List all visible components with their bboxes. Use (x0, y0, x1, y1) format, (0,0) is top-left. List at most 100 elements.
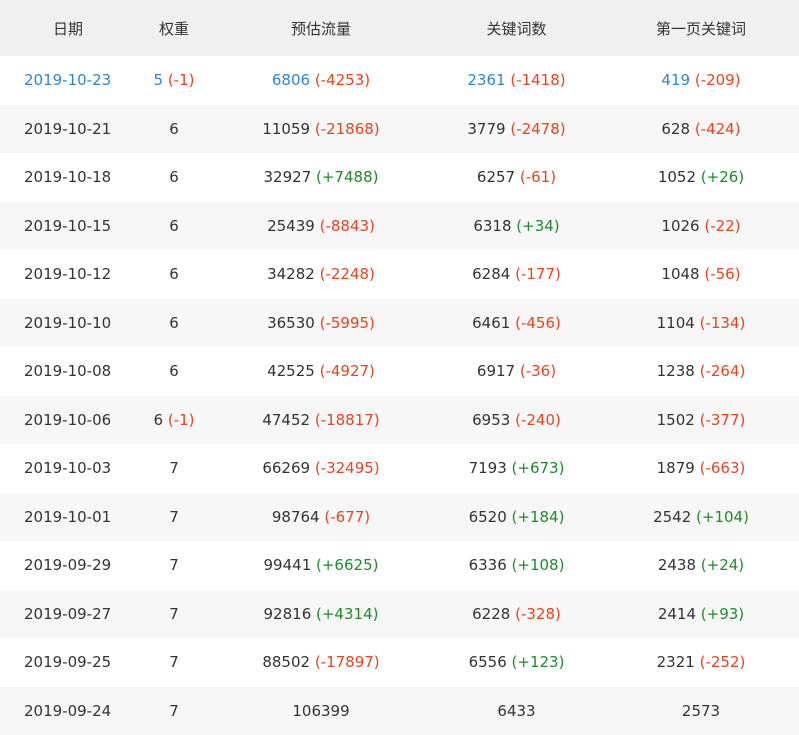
cell-date: 2019-10-06 (0, 396, 136, 445)
keywords-delta: (-1418) (510, 71, 565, 89)
cell-date: 2019-09-25 (0, 638, 136, 687)
cell-keywords: 6461 (-456) (430, 299, 603, 348)
header-weight: 权重 (136, 0, 212, 56)
date-value: 2019-09-29 (24, 556, 111, 574)
cell-keywords: 6284 (-177) (430, 250, 603, 299)
keywords-value: 6556 (469, 653, 507, 671)
cell-weight: 5 (-1) (136, 56, 212, 105)
traffic-delta: (+6625) (316, 556, 378, 574)
first-page-value: 1048 (661, 265, 699, 283)
traffic-value: 11059 (262, 120, 310, 138)
cell-traffic: 36530 (-5995) (212, 299, 430, 348)
traffic-value: 99441 (264, 556, 312, 574)
weight-value: 7 (169, 508, 179, 526)
cell-traffic: 6806 (-4253) (212, 56, 430, 105)
cell-traffic: 88502 (-17897) (212, 638, 430, 687)
weight-value: 6 (169, 168, 179, 186)
traffic-delta: (-4253) (315, 71, 370, 89)
table-body: 2019-10-235 (-1)6806 (-4253)2361 (-1418)… (0, 56, 799, 735)
cell-weight: 7 (136, 590, 212, 639)
cell-first-page: 419 (-209) (603, 56, 799, 105)
cell-date: 2019-10-03 (0, 444, 136, 493)
first-page-delta: (-377) (700, 411, 746, 429)
keywords-value: 6257 (477, 168, 515, 186)
cell-traffic: 66269 (-32495) (212, 444, 430, 493)
first-page-value: 1238 (657, 362, 695, 380)
first-page-value: 2321 (657, 653, 695, 671)
cell-weight: 7 (136, 444, 212, 493)
keywords-delta: (+108) (512, 556, 565, 574)
date-value: 2019-10-21 (24, 120, 111, 138)
cell-keywords: 3779 (-2478) (430, 105, 603, 154)
keywords-value: 6461 (472, 314, 510, 332)
weight-value: 6 (169, 217, 179, 235)
cell-first-page: 1052 (+26) (603, 153, 799, 202)
first-page-delta: (+24) (701, 556, 744, 574)
keywords-value: 6953 (472, 411, 510, 429)
cell-weight: 7 (136, 687, 212, 735)
cell-keywords: 6953 (-240) (430, 396, 603, 445)
keywords-value: 6284 (472, 265, 510, 283)
cell-traffic: 25439 (-8843) (212, 202, 430, 251)
traffic-value: 106399 (292, 702, 349, 720)
date-value: 2019-10-03 (24, 459, 111, 477)
keywords-value: 6520 (469, 508, 507, 526)
cell-first-page: 2414 (+93) (603, 590, 799, 639)
cell-date: 2019-10-12 (0, 250, 136, 299)
cell-date: 2019-10-10 (0, 299, 136, 348)
keywords-delta: (-2478) (510, 120, 565, 138)
cell-first-page: 1238 (-264) (603, 347, 799, 396)
cell-traffic: 98764 (-677) (212, 493, 430, 542)
cell-weight: 7 (136, 638, 212, 687)
cell-traffic: 42525 (-4927) (212, 347, 430, 396)
cell-weight: 6 (136, 299, 212, 348)
first-page-delta: (-134) (700, 314, 746, 332)
keywords-value: 6336 (469, 556, 507, 574)
first-page-value: 1104 (657, 314, 695, 332)
table-row: 2019-10-21611059 (-21868)3779 (-2478)628… (0, 105, 799, 154)
weight-value: 6 (169, 265, 179, 283)
cell-first-page: 2438 (+24) (603, 541, 799, 590)
cell-weight: 6 (136, 347, 212, 396)
cell-weight: 7 (136, 493, 212, 542)
cell-weight: 6 (136, 250, 212, 299)
date-value: 2019-10-08 (24, 362, 111, 380)
weight-value: 7 (169, 605, 179, 623)
cell-first-page: 1879 (-663) (603, 444, 799, 493)
weight-value: 6 (169, 362, 179, 380)
cell-date: 2019-10-08 (0, 347, 136, 396)
weight-value: 7 (169, 702, 179, 720)
cell-keywords: 6257 (-61) (430, 153, 603, 202)
first-page-value: 419 (661, 71, 690, 89)
first-page-value: 1052 (658, 168, 696, 186)
date-value: 2019-10-06 (24, 411, 111, 429)
keywords-value: 6318 (473, 217, 511, 235)
traffic-value: 88502 (262, 653, 310, 671)
table-header-row: 日期 权重 预估流量 关键词数 第一页关键词 (0, 0, 799, 56)
traffic-delta: (+4314) (316, 605, 378, 623)
cell-date: 2019-10-15 (0, 202, 136, 251)
keywords-delta: (+34) (516, 217, 559, 235)
first-page-delta: (-424) (695, 120, 741, 138)
cell-traffic: 99441 (+6625) (212, 541, 430, 590)
cell-weight: 6 (-1) (136, 396, 212, 445)
keywords-delta: (-177) (515, 265, 561, 283)
weight-value: 6 (169, 314, 179, 332)
cell-weight: 6 (136, 202, 212, 251)
keywords-value: 7193 (469, 459, 507, 477)
cell-first-page: 1048 (-56) (603, 250, 799, 299)
cell-traffic: 32927 (+7488) (212, 153, 430, 202)
cell-traffic: 92816 (+4314) (212, 590, 430, 639)
keywords-delta: (+184) (512, 508, 565, 526)
cell-weight: 7 (136, 541, 212, 590)
keywords-value: 3779 (467, 120, 505, 138)
table-row: 2019-10-18632927 (+7488)6257 (-61)1052 (… (0, 153, 799, 202)
table-row: 2019-10-235 (-1)6806 (-4253)2361 (-1418)… (0, 56, 799, 105)
header-date: 日期 (0, 0, 136, 56)
first-page-delta: (-663) (700, 459, 746, 477)
table-row: 2019-10-066 (-1)47452 (-18817)6953 (-240… (0, 396, 799, 445)
cell-date: 2019-10-23 (0, 56, 136, 105)
keywords-delta: (-36) (520, 362, 556, 380)
table-row: 2019-10-03766269 (-32495)7193 (+673)1879… (0, 444, 799, 493)
traffic-delta: (-18817) (315, 411, 380, 429)
